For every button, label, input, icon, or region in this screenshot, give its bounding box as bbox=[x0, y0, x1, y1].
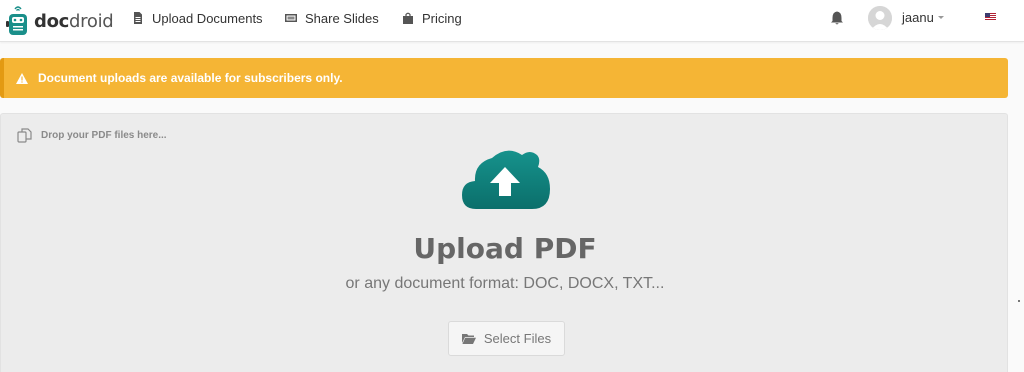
subscription-warning-alert: Document uploads are available for subsc… bbox=[0, 58, 1008, 98]
upload-subtitle: or any document format: DOC, DOCX, TXT..… bbox=[345, 275, 665, 292]
upload-dropzone[interactable]: Drop your PDF files here... Upload PDF o… bbox=[0, 113, 1008, 372]
stray-dot bbox=[1018, 300, 1020, 302]
nav-share-slides[interactable]: Share Slides bbox=[285, 0, 379, 36]
folder-open-icon bbox=[461, 334, 476, 344]
select-files-button[interactable]: Select Files bbox=[448, 321, 565, 356]
brand-link[interactable]: docdroid bbox=[6, 4, 114, 38]
notification-bell-icon[interactable] bbox=[829, 10, 845, 26]
drop-hint-text: Drop your PDF files here... bbox=[41, 130, 167, 141]
copy-files-icon bbox=[17, 128, 32, 143]
select-files-label: Select Files bbox=[483, 331, 552, 346]
avatar-placeholder-icon bbox=[868, 6, 892, 30]
username[interactable]: jaanu bbox=[902, 10, 934, 25]
nav-pricing[interactable]: Pricing bbox=[402, 0, 462, 36]
alert-text-before: Document uploads are available for bbox=[38, 71, 245, 85]
upload-title: Upload PDF bbox=[413, 232, 597, 265]
slides-icon bbox=[285, 14, 297, 22]
alert-subscribers-emphasis: subscribers bbox=[244, 71, 313, 85]
nav-upload-documents[interactable]: Upload Documents bbox=[132, 0, 263, 36]
warning-icon bbox=[16, 72, 28, 84]
alert-message: Document uploads are available for subsc… bbox=[38, 71, 343, 85]
brand-name: docdroid bbox=[34, 10, 114, 32]
shopping-bag-icon bbox=[403, 12, 413, 24]
robot-logo-icon bbox=[6, 6, 27, 35]
us-flag-icon[interactable] bbox=[985, 13, 996, 21]
nav-share-slides-label: Share Slides bbox=[305, 10, 379, 26]
nav-upload-documents-label: Upload Documents bbox=[152, 10, 263, 26]
user-avatar[interactable] bbox=[868, 6, 892, 30]
brand-name-part1: doc bbox=[34, 10, 70, 32]
cloud-upload-icon[interactable] bbox=[462, 145, 550, 211]
drop-hint: Drop your PDF files here... bbox=[17, 128, 167, 143]
brand-name-part2: droid bbox=[69, 10, 114, 32]
top-navbar: docdroid Upload Documents Share Slides P… bbox=[0, 0, 1024, 42]
alert-text-after: only. bbox=[312, 71, 343, 85]
user-menu-caret-icon[interactable] bbox=[938, 16, 944, 19]
nav-pricing-label: Pricing bbox=[422, 10, 462, 26]
document-icon bbox=[134, 12, 142, 24]
